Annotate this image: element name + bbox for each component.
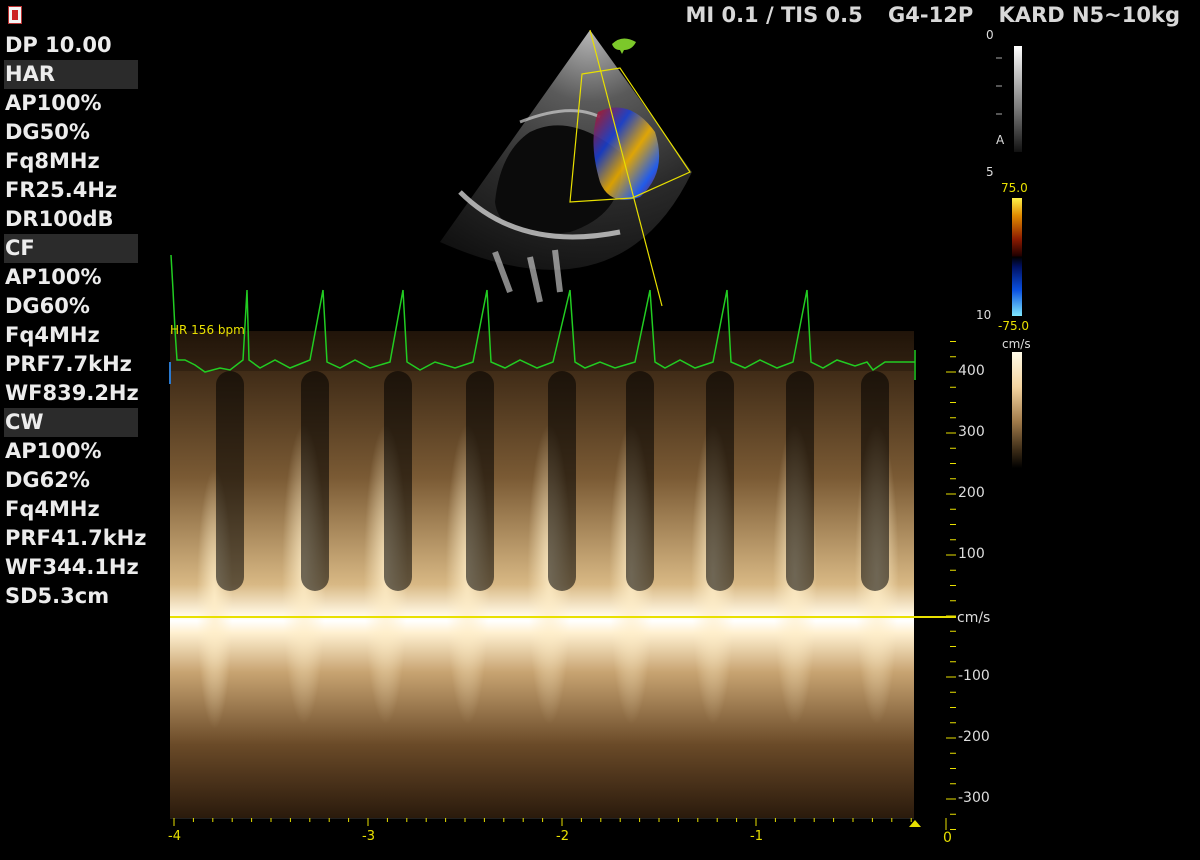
mode-header[interactable]: HAR [4, 60, 138, 89]
mode-header[interactable]: CW [4, 408, 138, 437]
param-item: WF839.2Hz [5, 381, 139, 405]
app-logo [8, 6, 22, 24]
velocity-tick-label: -300 [958, 790, 990, 806]
doppler-overlay [170, 331, 914, 591]
param-item: SD5.3cm [5, 584, 110, 608]
param-item: Fq4MHz [5, 497, 100, 521]
color-flow-bar [1012, 198, 1022, 316]
velocity-ticks [946, 341, 956, 830]
header-bar: MI 0.1 / TIS 0.5 G4-12P KARD N5~10kg [667, 3, 1180, 27]
param-item: FR25.4Hz [5, 178, 118, 202]
param-item: DR100dB [5, 207, 114, 231]
mode-header[interactable]: CF [4, 234, 138, 263]
param-item: Fq4MHz [5, 323, 100, 347]
param-item: WF344.1Hz [5, 555, 139, 579]
parameter-panel: DP 10.00 HAR AP100% DG50% Fq8MHz FR25.4Hz DR10… [4, 31, 147, 611]
heart-rate-label: HR 156 bpm [170, 323, 245, 337]
time-tick-label: -2 [556, 829, 569, 844]
depth-mid-label: 5 [986, 165, 994, 179]
param-item: DP 10.00 [5, 33, 112, 57]
param-item: Fq8MHz [5, 149, 100, 173]
time-tick-label: -1 [750, 829, 763, 844]
depth-bottom-label: 10 [976, 308, 992, 322]
depth-top-label: 0 [986, 28, 994, 42]
param-item: DG60% [5, 294, 90, 318]
color-scale-max: 75.0 [1001, 181, 1028, 195]
velocity-scale: 400 300 200 100 -100 -200 -300 [940, 330, 1020, 830]
param-item: DG62% [5, 468, 90, 492]
param-item: DG50% [5, 120, 90, 144]
param-item: AP100% [5, 91, 102, 115]
grayscale-bar [1014, 46, 1022, 152]
velocity-tick-label: 400 [958, 363, 985, 379]
param-item: PRF41.7kHz [5, 526, 147, 550]
mi-tis-readout: MI 0.1 / TIS 0.5 [685, 3, 863, 27]
preset-label: KARD N5~10kg [998, 3, 1180, 27]
velocity-tick-label: 100 [958, 546, 985, 562]
velocity-tick-label: 200 [958, 485, 985, 501]
param-item: AP100% [5, 439, 102, 463]
doppler-baseline[interactable] [170, 616, 956, 618]
velocity-unit: cm/s [957, 610, 991, 626]
velocity-tick-label: -100 [958, 668, 990, 684]
velocity-tick-label: -200 [958, 729, 990, 745]
focus-marker: A [996, 133, 1005, 147]
time-tick-label: -3 [362, 829, 375, 844]
param-item: PRF7.7kHz [5, 352, 132, 376]
probe-label: G4-12P [888, 3, 974, 27]
ginkgo-icon [612, 38, 636, 54]
velocity-tick-label: 300 [958, 424, 985, 440]
time-zero-label: 0 [943, 830, 952, 846]
time-tick-label: -4 [168, 829, 181, 844]
param-item: AP100% [5, 265, 102, 289]
ecg-trace [169, 254, 916, 384]
